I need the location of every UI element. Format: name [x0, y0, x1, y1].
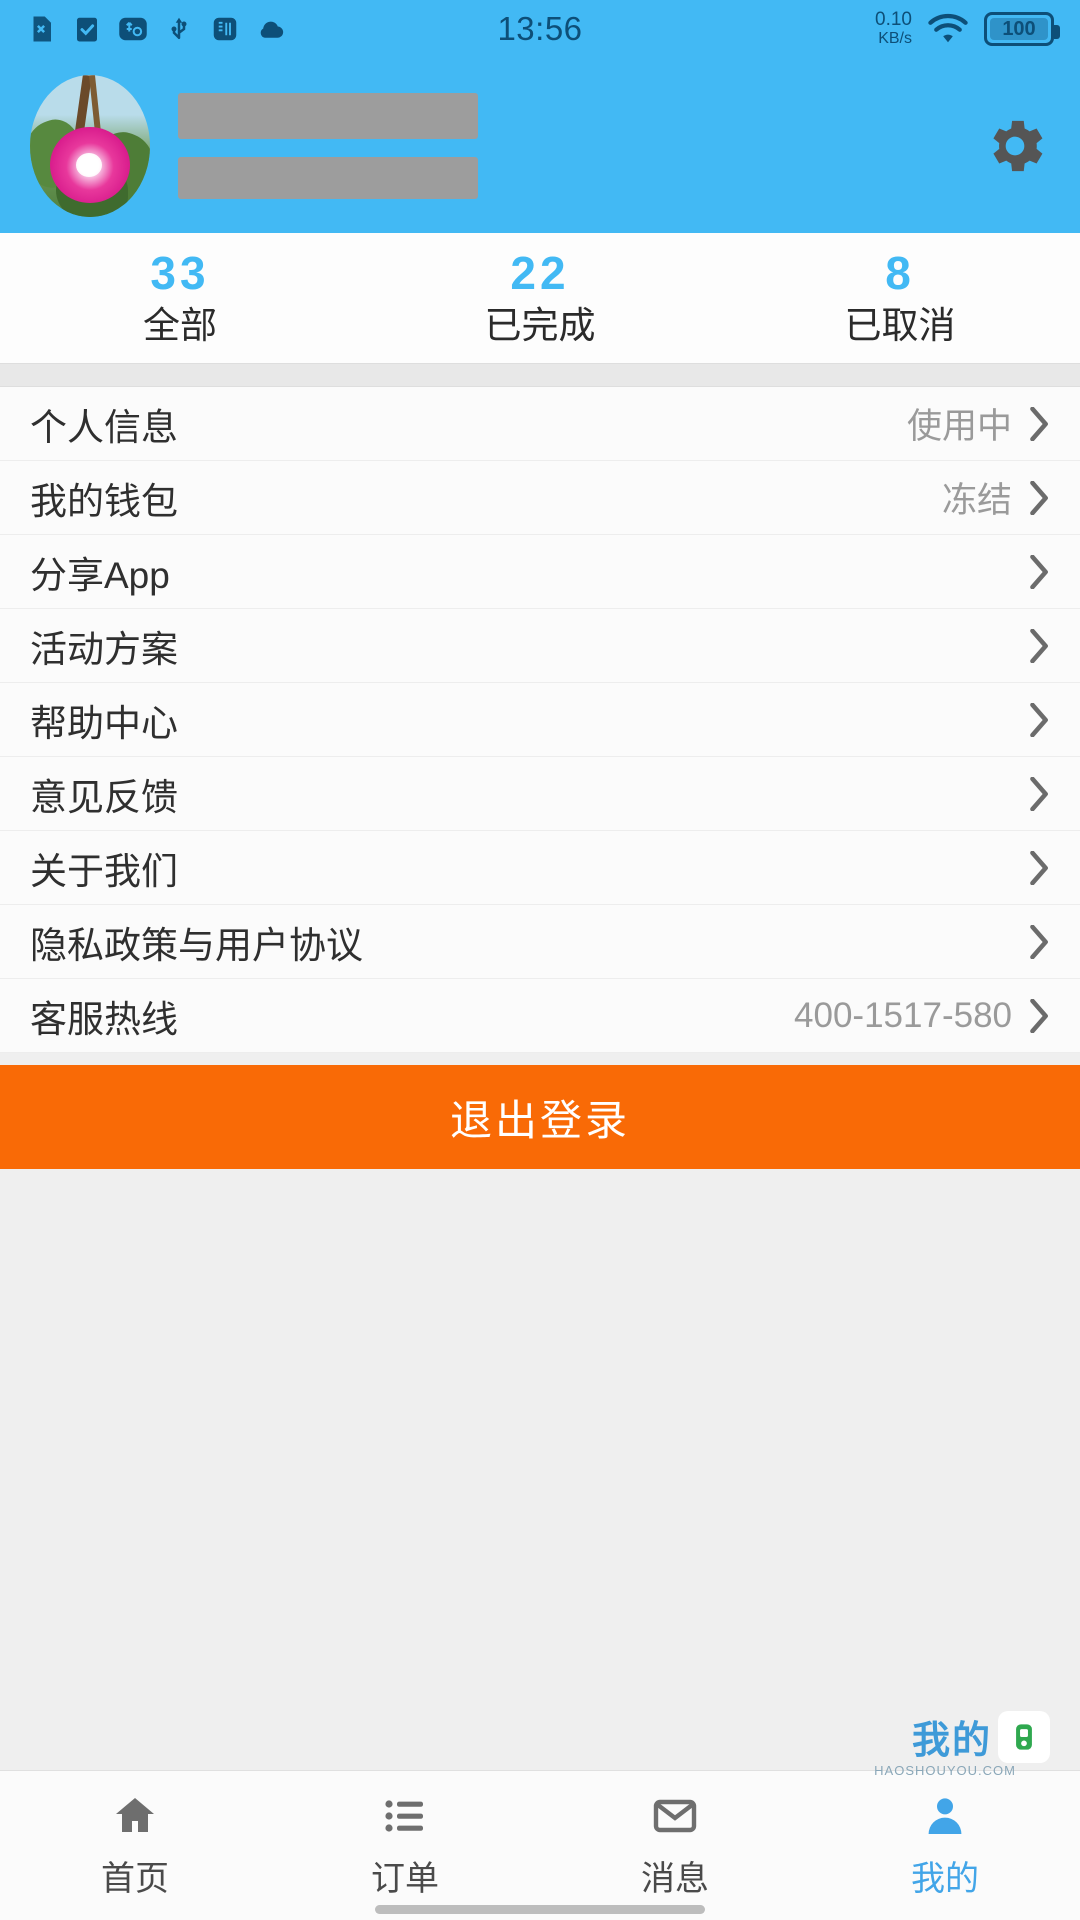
gear-icon — [980, 111, 1050, 181]
logout-button[interactable]: 退出登录 — [0, 1065, 1080, 1169]
menu-item-share-app[interactable]: 分享App — [0, 535, 1080, 609]
usb-debug-icon — [118, 14, 148, 44]
stat-all-label: 全部 — [0, 302, 360, 350]
battery-level: 100 — [1002, 18, 1035, 41]
tab-messages-label: 消息 — [641, 1851, 709, 1900]
bottom-tab-bar: 首页 订单 消息 — [0, 1770, 1080, 1920]
menu-item-value: 400-1517-580 — [794, 996, 1012, 1036]
usb-icon — [164, 14, 194, 44]
profile-header — [0, 58, 1080, 233]
chevron-right-icon — [1030, 703, 1050, 737]
sim-card-error-icon — [26, 14, 56, 44]
tab-home-label: 首页 — [101, 1851, 169, 1900]
profile-page: 13:56 0.10 KB/s 100 — [0, 0, 1080, 1920]
section-divider — [0, 363, 1080, 387]
menu-item-label: 关于我们 — [30, 841, 178, 895]
stat-all[interactable]: 33 全部 — [0, 246, 360, 350]
network-speed: 0.10 KB/s — [875, 10, 912, 48]
tab-mine-label: 我的 — [911, 1851, 979, 1900]
chevron-right-icon — [1030, 407, 1050, 441]
tab-orders[interactable]: 订单 — [270, 1791, 540, 1900]
menu-item-personal-info[interactable]: 个人信息 使用中 — [0, 387, 1080, 461]
tab-mine[interactable]: 我的 — [810, 1791, 1080, 1900]
menu-item-service-hotline[interactable]: 客服热线 400-1517-580 — [0, 979, 1080, 1053]
chevron-right-icon — [1030, 481, 1050, 515]
user-name-redacted — [178, 93, 478, 139]
stat-completed-label: 已完成 — [360, 302, 720, 350]
avatar[interactable] — [30, 75, 150, 217]
envelope-icon — [647, 1791, 703, 1841]
profile-identity — [178, 93, 478, 199]
menu-item-feedback[interactable]: 意见反馈 — [0, 757, 1080, 831]
status-bar-right-icons: 0.10 KB/s 100 — [875, 10, 1054, 48]
menu-item-value: 冻结 — [942, 472, 1012, 523]
watermark-mine-text: 我的 — [912, 1709, 992, 1764]
wifi-icon — [926, 12, 970, 46]
tab-orders-label: 订单 — [371, 1851, 439, 1900]
menu-item-label: 我的钱包 — [30, 471, 178, 525]
chevron-right-icon — [1030, 777, 1050, 811]
menu-item-help-center[interactable]: 帮助中心 — [0, 683, 1080, 757]
menu-item-value: 使用中 — [907, 398, 1012, 449]
chevron-right-icon — [1030, 925, 1050, 959]
sd-card-icon — [210, 14, 240, 44]
home-indicator — [375, 1905, 705, 1914]
stat-cancelled[interactable]: 8 已取消 — [720, 246, 1080, 350]
logout-section: 退出登录 — [0, 1053, 1080, 1169]
stat-cancelled-label: 已取消 — [720, 302, 1080, 350]
menu-item-label: 客服热线 — [30, 989, 178, 1043]
menu-item-activity-plan[interactable]: 活动方案 — [0, 609, 1080, 683]
menu-item-label: 活动方案 — [30, 619, 178, 673]
chevron-right-icon — [1030, 851, 1050, 885]
stat-cancelled-value: 8 — [720, 246, 1080, 300]
user-phone-redacted — [178, 157, 478, 199]
battery-icon: 100 — [984, 12, 1054, 46]
menu-item-label: 个人信息 — [30, 397, 178, 451]
order-stats: 33 全部 22 已完成 8 已取消 — [0, 233, 1080, 363]
chevron-right-icon — [1030, 555, 1050, 589]
content-filler: 我的 HAOSHOUYOU.COM — [0, 1169, 1080, 1770]
settings-menu: 个人信息 使用中 我的钱包 冻结 分享App 活动方案 — [0, 387, 1080, 1053]
menu-item-label: 隐私政策与用户协议 — [30, 915, 363, 969]
list-icon — [377, 1791, 433, 1841]
menu-item-my-wallet[interactable]: 我的钱包 冻结 — [0, 461, 1080, 535]
chevron-right-icon — [1030, 629, 1050, 663]
stat-completed-value: 22 — [360, 246, 720, 300]
tab-messages[interactable]: 消息 — [540, 1791, 810, 1900]
watermark-badge-icon — [998, 1711, 1050, 1763]
status-bar: 13:56 0.10 KB/s 100 — [0, 0, 1080, 58]
controller-icon — [1005, 1718, 1043, 1756]
menu-item-about-us[interactable]: 关于我们 — [0, 831, 1080, 905]
cloud-icon — [256, 14, 286, 44]
settings-button[interactable] — [980, 111, 1050, 181]
stat-all-value: 33 — [0, 246, 360, 300]
status-bar-left-icons — [26, 14, 286, 44]
person-icon — [917, 1791, 973, 1841]
tab-home[interactable]: 首页 — [0, 1791, 270, 1900]
chevron-right-icon — [1030, 999, 1050, 1033]
home-icon — [107, 1791, 163, 1841]
clipboard-check-icon — [72, 14, 102, 44]
menu-item-label: 分享App — [30, 545, 170, 599]
network-speed-value: 0.10 — [875, 10, 912, 29]
menu-item-label: 意见反馈 — [30, 767, 178, 821]
menu-item-privacy-policy[interactable]: 隐私政策与用户协议 — [0, 905, 1080, 979]
menu-item-label: 帮助中心 — [30, 693, 178, 747]
watermark-sub: HAOSHOUYOU.COM — [874, 1763, 1016, 1778]
network-speed-unit: KB/s — [875, 29, 912, 48]
stat-completed[interactable]: 22 已完成 — [360, 246, 720, 350]
site-watermark: 我的 HAOSHOUYOU.COM — [912, 1709, 1050, 1764]
